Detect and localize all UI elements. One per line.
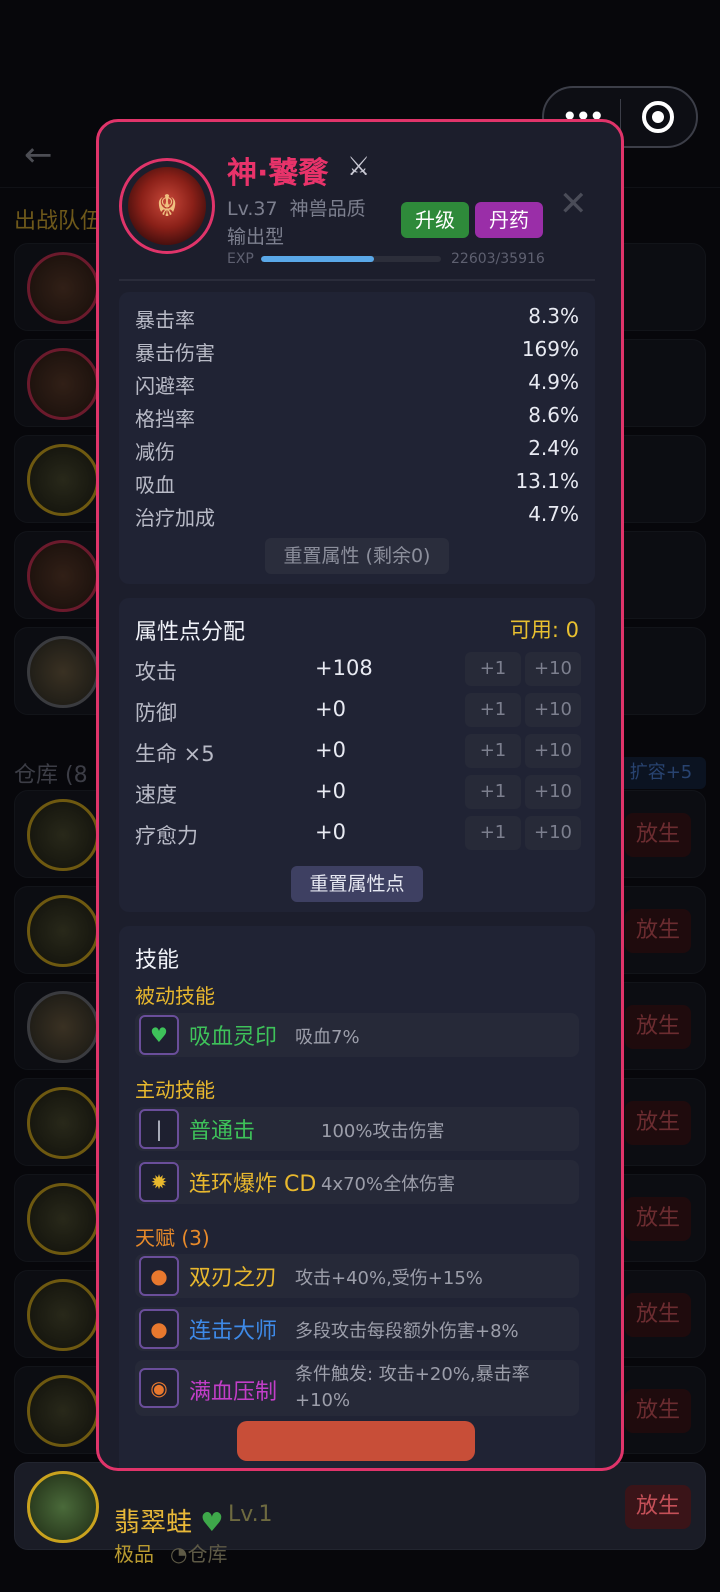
- talent-row[interactable]: ● 双刃之刃 攻击+40%,受伤+15%: [135, 1254, 579, 1298]
- stat-row: 治疗加成 4.7%: [135, 502, 579, 530]
- skills-title: 技能: [135, 948, 180, 973]
- fire-orb-icon: ●: [139, 1256, 179, 1296]
- taotie-portrait-icon: ☬: [128, 167, 206, 245]
- release-button[interactable]: 放生: [625, 1485, 691, 1529]
- skills-panel: 技能 被动技能 ♥ 吸血灵印 吸血7% 主动技能 | 普通击 100%攻击伤害 …: [119, 926, 595, 1468]
- stat-row: 闪避率 4.9%: [135, 370, 579, 398]
- passive-skills-title: 被动技能: [135, 984, 215, 1008]
- skill-desc: 条件触发: 攻击+20%,暴击率+10%: [295, 1364, 530, 1411]
- sword-icon: |: [139, 1109, 179, 1149]
- skill-name: 连环爆炸 CD: [189, 1172, 317, 1197]
- flame-shield-icon: ◉: [139, 1368, 179, 1408]
- skill-desc: 100%攻击伤害: [321, 1121, 445, 1142]
- pet-avatar: [27, 1471, 99, 1543]
- talent-row[interactable]: ● 连击大师 多段攻击每段额外伤害+8%: [135, 1307, 579, 1351]
- close-icon[interactable]: ✕: [559, 184, 588, 224]
- divider: [119, 279, 595, 281]
- skill-row[interactable]: | 普通击 100%攻击伤害: [135, 1107, 579, 1151]
- pet-name: 神·饕餮: [227, 156, 329, 191]
- pet-quality: 极品: [114, 1542, 154, 1566]
- exp-label: EXP: [227, 251, 254, 267]
- attr-row-defense: 防御 +0 +1 +10: [135, 693, 581, 729]
- plus1-button[interactable]: +1: [465, 652, 521, 686]
- skill-desc: 4x70%全体伤害: [321, 1174, 456, 1195]
- talents-title: 天赋 (3): [135, 1226, 210, 1250]
- upgrade-button[interactable]: 升级: [401, 202, 469, 238]
- heart-gem-icon: ♥: [139, 1015, 179, 1055]
- stat-row: 吸血 13.1%: [135, 469, 579, 497]
- attr-row-speed: 速度 +0 +1 +10: [135, 775, 581, 811]
- plus10-button[interactable]: +10: [525, 775, 581, 809]
- reset-stats-button[interactable]: 重置属性 (剩余0): [265, 538, 449, 574]
- plus1-button[interactable]: +1: [465, 775, 521, 809]
- exp-progress-bar: [261, 256, 441, 262]
- pet-avatar-large: ☬: [119, 158, 215, 254]
- plus1-button[interactable]: +1: [465, 693, 521, 727]
- stat-row: 格挡率 8.6%: [135, 403, 579, 431]
- skill-name: 连击大师: [189, 1319, 278, 1344]
- plus1-button[interactable]: +1: [465, 734, 521, 768]
- exp-value: 22603/35916: [451, 251, 545, 267]
- pill-button[interactable]: 丹药: [475, 202, 543, 238]
- talent-row[interactable]: ◉ 满血压制 条件触发: 攻击+20%,暴击率+10%: [135, 1360, 579, 1416]
- fire-orb-icon: ●: [139, 1309, 179, 1349]
- stats-panel: 暴击率 8.3% 暴击伤害 169% 闪避率 4.9% 格挡率 8.6% 减伤 2.4% …: [119, 292, 595, 584]
- skill-desc: 吸血7%: [295, 1027, 360, 1048]
- skill-name: 满血压制: [189, 1380, 278, 1405]
- plus10-button[interactable]: +10: [525, 693, 581, 727]
- pet-level-quality: Lv.37 神兽品质: [227, 198, 366, 220]
- active-skills-title: 主动技能: [135, 1078, 215, 1102]
- skill-desc: 多段攻击每段额外伤害+8%: [295, 1321, 519, 1342]
- skill-desc: 攻击+40%,受伤+15%: [295, 1268, 483, 1289]
- reset-points-button[interactable]: 重置属性点: [291, 866, 423, 902]
- pet-location: ◔仓库: [170, 1542, 228, 1566]
- explosion-icon: ✹: [139, 1162, 179, 1202]
- plus10-button[interactable]: +10: [525, 734, 581, 768]
- pet-level: Lv.1: [228, 1502, 273, 1527]
- allocation-title: 属性点分配: [135, 620, 246, 645]
- bottom-action-button[interactable]: [237, 1421, 475, 1461]
- exp-progress-fill: [261, 256, 375, 262]
- plus10-button[interactable]: +10: [525, 652, 581, 686]
- pet-name: 翡翠蛙 ♥: [114, 1508, 224, 1538]
- stat-row: 暴击伤害 169%: [135, 337, 579, 365]
- attr-row-attack: 攻击 +108 +1 +10: [135, 652, 581, 688]
- pet-detail-modal: ☬ 神·饕餮 ⚔ Lv.37 神兽品质 输出型 升级 丹药 ✕ EXP 2260…: [96, 119, 624, 1471]
- attr-row-healing: 疗愈力 +0 +1 +10: [135, 816, 581, 852]
- skill-name: 双刃之刃: [189, 1266, 278, 1291]
- location-icon: ◔: [170, 1542, 188, 1566]
- stat-row: 暴击率 8.3%: [135, 304, 579, 332]
- skill-row[interactable]: ✹ 连环爆炸 CD 4x70%全体伤害: [135, 1160, 579, 1204]
- skill-name: 普通击: [189, 1119, 256, 1144]
- skill-name: 吸血灵印: [189, 1025, 278, 1050]
- available-points: 可用: 0: [509, 618, 579, 642]
- allocation-panel: 属性点分配 可用: 0 攻击 +108 +1 +10 防御 +0 +1 +10 生命 ×5 +…: [119, 598, 595, 912]
- crossed-swords-icon: ⚔: [347, 152, 371, 182]
- plus1-button[interactable]: +1: [465, 816, 521, 850]
- plus10-button[interactable]: +10: [525, 816, 581, 850]
- target-icon[interactable]: [621, 101, 697, 133]
- skill-row[interactable]: ♥ 吸血灵印 吸血7%: [135, 1013, 579, 1057]
- stat-row: 减伤 2.4%: [135, 436, 579, 464]
- pet-role: 输出型: [227, 226, 285, 248]
- heart-icon: ♥: [200, 1508, 224, 1538]
- attr-row-hp: 生命 ×5 +0 +1 +10: [135, 734, 581, 770]
